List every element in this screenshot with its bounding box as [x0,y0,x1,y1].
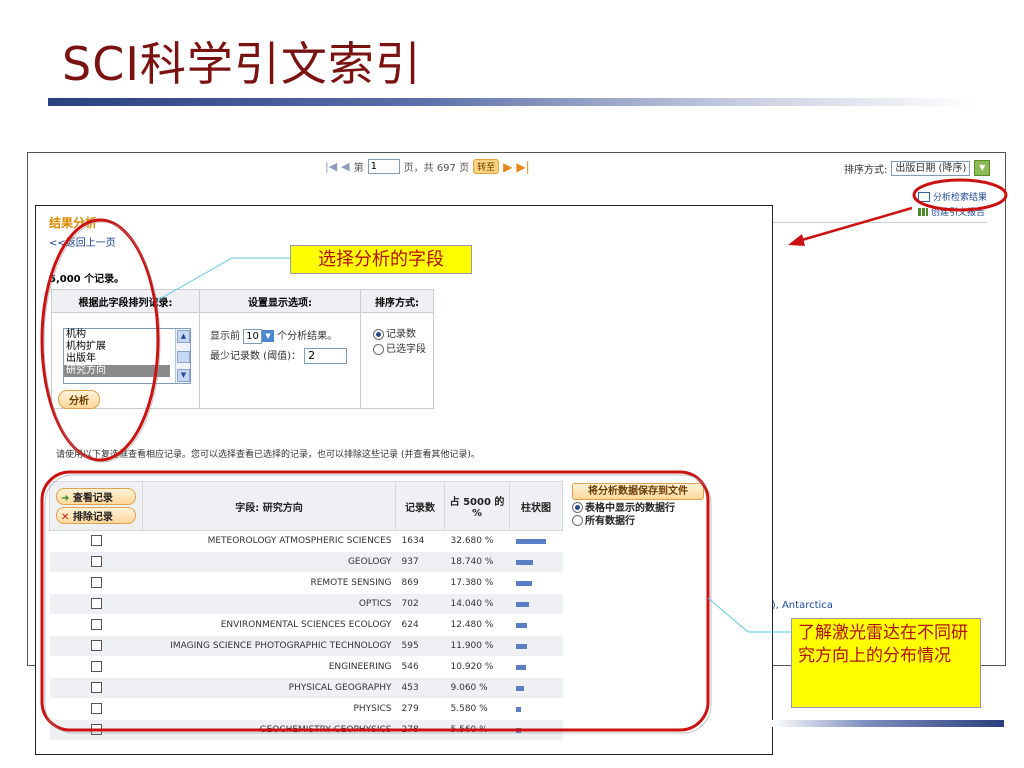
annotation-arrowhead [788,234,805,246]
results-highlight-box-shadow [44,474,712,734]
callout-leader-distribution [707,597,749,633]
results-highlight-box [40,470,710,732]
callout-distribution: 了解激光雷达在不同研究方向上的分布情况 [791,618,981,708]
callout-leader-field [157,257,233,301]
analyze-link-ellipse [912,178,1008,212]
callout-select-field: 选择分析的字段 [290,245,472,274]
annotation-arrow-line [794,206,913,244]
